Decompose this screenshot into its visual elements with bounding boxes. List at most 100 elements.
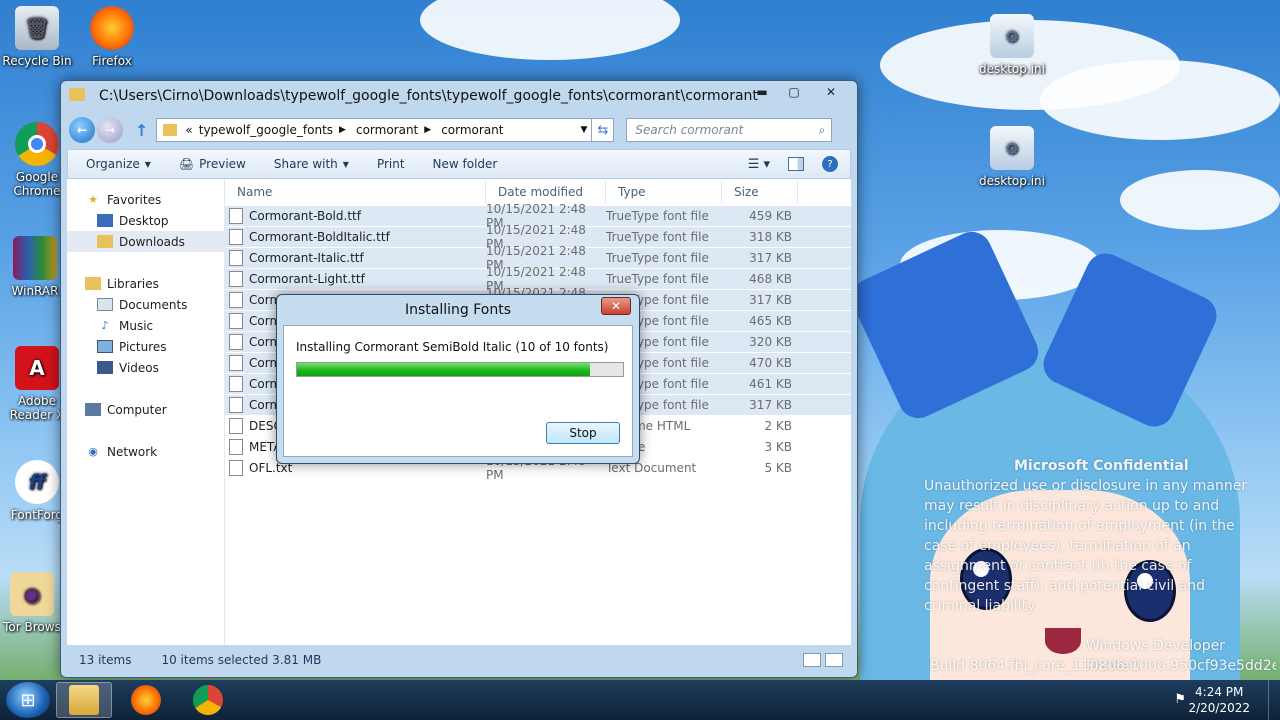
file-name: Cormorant-Bold.ttf (249, 209, 361, 223)
watermark-heading: Microsoft Confidential (1014, 458, 1189, 474)
nav-favorites[interactable]: ★ Favorites (67, 189, 224, 210)
window-title: C:\Users\Cirno\Downloads\typewolf_google… (99, 88, 758, 104)
breadcrumb-item[interactable]: cormorant (356, 123, 418, 137)
file-icon (229, 355, 243, 371)
chevron-right-icon[interactable]: ▶ (424, 125, 431, 135)
refresh-button[interactable]: ⇆ (592, 118, 615, 142)
maximize-button[interactable]: ▢ (779, 83, 809, 101)
fontforge-icon: ff (15, 460, 59, 504)
ini-file-icon: ⚙ (990, 126, 1034, 170)
library-icon (85, 277, 101, 290)
watermark-build-2: Build 8064.fbl_core_110806-1000.950cf93e… (930, 658, 1276, 674)
dialog-title: Installing Fonts (404, 302, 512, 318)
file-icon (229, 292, 243, 308)
back-button[interactable]: ← (69, 117, 95, 143)
network-icon: ◉ (88, 445, 98, 458)
nav-libraries[interactable]: Libraries (67, 273, 224, 294)
preview-pane-icon[interactable] (788, 157, 804, 171)
breadcrumb-overflow[interactable]: « (185, 123, 192, 137)
nav-pictures[interactable]: Pictures (67, 336, 224, 357)
folder-icon (69, 685, 99, 715)
new-folder-button[interactable]: New folder (433, 157, 498, 171)
file-icon (229, 334, 243, 350)
preview-button[interactable]: 🖨 Preview (179, 157, 246, 171)
nav-downloads[interactable]: Downloads (67, 231, 224, 252)
ini-file-icon: ⚙ (990, 14, 1034, 58)
desktop-icon-recycle-bin[interactable]: 🗑 Recycle Bin (0, 6, 77, 68)
nav-music[interactable]: ♪ Music (67, 315, 224, 336)
dialog-close-button[interactable]: ✕ (601, 297, 631, 315)
computer-icon (85, 403, 101, 416)
column-type[interactable]: Type (606, 180, 722, 203)
close-button[interactable]: ✕ (811, 83, 851, 101)
install-progress-bar (296, 362, 624, 377)
column-size[interactable]: Size (722, 180, 798, 203)
folder-icon (69, 88, 85, 101)
minimize-button[interactable]: ▬ (747, 83, 777, 101)
file-size: 3 KB (764, 439, 792, 454)
watermark-body: Unauthorized use or disclosure in any ma… (924, 478, 1248, 614)
chevron-down-icon: ▼ (144, 159, 151, 169)
status-bar: 13 items 10 items selected 3.81 MB (67, 647, 851, 673)
chrome-icon (15, 122, 59, 166)
file-icon (229, 229, 243, 245)
file-icon (229, 271, 243, 287)
file-size: 318 KB (749, 230, 792, 244)
title-bar[interactable]: C:\Users\Cirno\Downloads\typewolf_google… (61, 81, 857, 111)
pictures-icon (97, 340, 113, 353)
file-icon (229, 313, 243, 329)
progress-fill (297, 363, 591, 376)
desktop-icon-ini-2[interactable]: ⚙ desktop.ini (972, 126, 1052, 188)
clock[interactable]: 4:24 PM 2/20/2022 (1188, 684, 1250, 716)
share-with-button[interactable]: Share with ▼ (274, 157, 349, 171)
nav-network[interactable]: ◉ Network (67, 441, 224, 462)
file-size: 465 KB (749, 314, 792, 328)
file-type: TrueType font file (606, 251, 709, 265)
stop-button[interactable]: Stop (546, 422, 620, 444)
videos-icon (97, 361, 113, 374)
command-bar: Organize ▼ 🖨 Preview Share with ▼ Print New… (67, 149, 851, 179)
firefox-icon (131, 685, 161, 715)
file-size: 317 KB (749, 398, 792, 412)
desktop-icon-firefox[interactable]: Firefox (72, 6, 152, 68)
folder-icon (163, 124, 178, 136)
file-size: 317 KB (749, 293, 792, 307)
chevron-down-icon[interactable]: ▼ (580, 125, 587, 135)
action-center-flag-icon[interactable]: ⚑ (1174, 692, 1186, 707)
file-type: TrueType font file (606, 209, 709, 223)
taskbar-firefox[interactable] (118, 682, 174, 718)
item-count: 13 items (79, 653, 132, 667)
taskbar-explorer[interactable] (56, 682, 112, 718)
breadcrumb-item[interactable]: cormorant (441, 123, 503, 137)
column-date-modified[interactable]: Date modified (486, 180, 606, 203)
music-icon: ♪ (101, 319, 109, 332)
up-arrow-icon[interactable]: ↑ (135, 121, 148, 140)
desktop-icon (97, 214, 113, 227)
winrar-icon (13, 236, 57, 280)
clock-date: 2/20/2022 (1188, 701, 1250, 715)
desktop-icon-ini-1[interactable]: ⚙ desktop.ini (972, 14, 1052, 76)
help-icon[interactable]: ? (822, 156, 838, 172)
print-button[interactable]: Print (377, 157, 405, 171)
chevron-right-icon[interactable]: ▶ (339, 125, 346, 135)
large-icons-view-icon[interactable] (825, 653, 843, 667)
column-name[interactable]: Name (225, 180, 486, 203)
taskbar: ⊞ ⚑ 4:24 PM 2/20/2022 (0, 680, 1280, 720)
organize-button[interactable]: Organize ▼ (86, 157, 151, 171)
file-icon (229, 438, 243, 455)
file-size: 461 KB (749, 377, 792, 391)
nav-desktop[interactable]: Desktop (67, 210, 224, 231)
nav-documents[interactable]: Documents (67, 294, 224, 315)
nav-computer[interactable]: Computer (67, 399, 224, 420)
taskbar-chrome[interactable] (180, 682, 236, 718)
forward-button[interactable]: → (97, 117, 123, 143)
view-options-icon[interactable]: ☰ ▾ (748, 157, 770, 172)
show-desktop-button[interactable] (1268, 680, 1280, 720)
details-view-icon[interactable] (803, 653, 821, 667)
nav-videos[interactable]: Videos (67, 357, 224, 378)
start-button[interactable]: ⊞ (6, 682, 50, 718)
breadcrumb-item[interactable]: typewolf_google_fonts (199, 123, 333, 137)
search-input[interactable]: Search cormorant ⌕ (626, 118, 833, 142)
address-bar[interactable]: « typewolf_google_fonts ▶ cormorant ▶ co… (156, 118, 593, 142)
file-name: Cormorant-Italic.ttf (249, 251, 364, 265)
